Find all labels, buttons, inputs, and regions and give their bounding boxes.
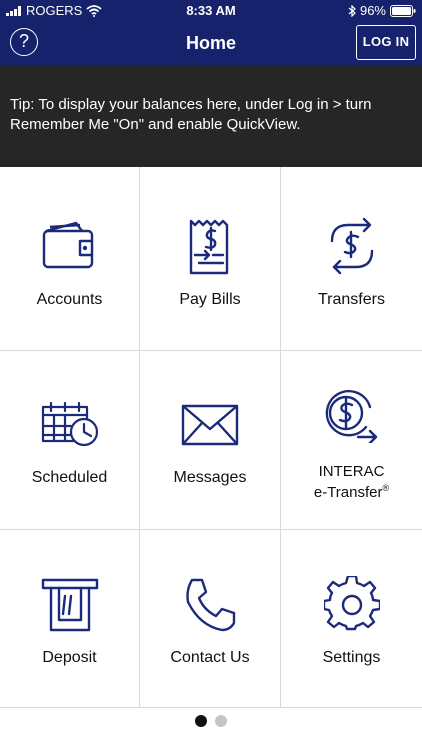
etransfer-text: e-Transfer [313, 484, 383, 501]
tile-label-line2: e-Transfer® [281, 480, 422, 501]
tile-label: Scheduled [31, 469, 108, 486]
bluetooth-icon [348, 4, 356, 17]
gear-icon [323, 576, 380, 631]
tip-banner: Tip: To display your balances here, unde… [0, 66, 422, 167]
status-right: 96% [348, 3, 416, 18]
tile-label: Messages [173, 469, 247, 486]
tile-contact-us[interactable]: Contact Us [140, 530, 281, 708]
tile-pay-bills[interactable]: Pay Bills [140, 167, 281, 351]
tile-messages[interactable]: Messages [140, 351, 281, 530]
page-dot-1[interactable] [195, 715, 207, 727]
page-indicator[interactable] [0, 715, 422, 727]
feature-grid: Accounts Pay Bills Transfers Scheduled M… [0, 167, 422, 708]
tile-transfers[interactable]: Transfers [281, 167, 422, 351]
registered-mark: ® [382, 483, 390, 493]
tile-interac-etransfer[interactable]: INTERAC e-Transfer® [281, 351, 422, 530]
status-bar: ROGERS 8:33 AM 96% [0, 0, 422, 22]
bill-payment-icon [189, 219, 229, 275]
envelope-icon [181, 404, 239, 446]
calendar-clock-icon [41, 401, 98, 447]
atm-deposit-icon [41, 578, 98, 632]
tile-label: Pay Bills [179, 291, 241, 308]
transfer-icon [330, 217, 373, 275]
battery-icon [390, 4, 416, 17]
tile-label: Deposit [42, 649, 97, 666]
tile-label: Transfers [318, 291, 385, 308]
tile-deposit[interactable]: Deposit [0, 530, 140, 708]
phone-icon [186, 578, 236, 632]
tile-label: Accounts [36, 291, 103, 308]
tile-scheduled[interactable]: Scheduled [0, 351, 140, 530]
tile-settings[interactable]: Settings [281, 530, 422, 708]
tile-label-line1: INTERAC [318, 463, 385, 480]
tile-label: Settings [322, 649, 381, 666]
battery-percent: 96% [359, 3, 386, 18]
tile-label: Contact Us [170, 649, 250, 666]
tile-accounts[interactable]: Accounts [0, 167, 140, 351]
wallet-icon [42, 221, 93, 269]
nav-bar: ? Home LOG IN [0, 22, 422, 66]
page-dot-2[interactable] [215, 715, 227, 727]
login-button[interactable]: LOG IN [356, 25, 416, 60]
etransfer-icon [325, 390, 377, 443]
